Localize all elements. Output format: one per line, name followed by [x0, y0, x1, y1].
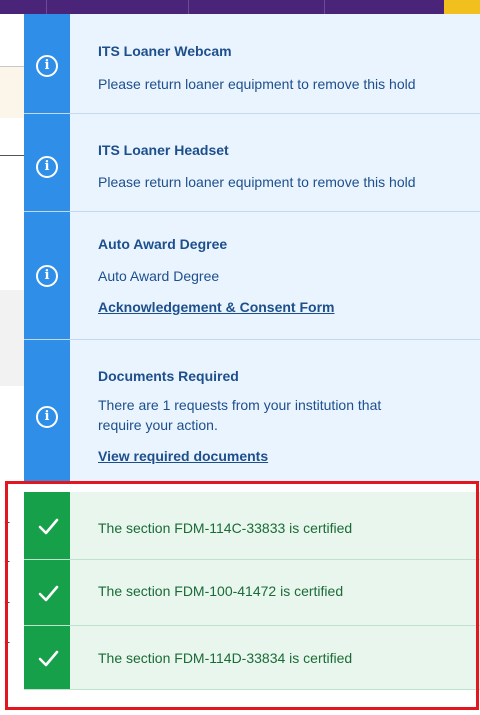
- notification-text: Auto Award Degree: [98, 268, 220, 284]
- auto-award-degree-notification[interactable]: i Auto Award Degree Auto Award Degree Ac…: [24, 212, 480, 340]
- info-bar: i: [24, 114, 70, 211]
- hold-notification-headset[interactable]: i ITS Loaner Headset Please return loane…: [24, 114, 480, 212]
- info-icon: i: [36, 406, 58, 428]
- notification-title: Documents Required: [98, 368, 239, 384]
- info-icon: i: [36, 156, 58, 178]
- nav-divider: [188, 0, 189, 14]
- notification-text: require your action.: [98, 417, 218, 433]
- screen: 1 1 1 1 i ITS Loaner Webcam Please retur…: [0, 0, 480, 715]
- notification-text: Please return loaner equipment to remove…: [98, 76, 416, 92]
- consent-form-link[interactable]: Acknowledgement & Consent Form: [98, 299, 334, 315]
- nav-accent: [444, 0, 480, 14]
- highlight-box: [5, 481, 479, 710]
- notification-text: There are 1 requests from your instituti…: [98, 397, 382, 413]
- nav-divider: [46, 0, 47, 14]
- view-required-documents-link[interactable]: View required documents: [98, 448, 268, 464]
- notification-title: ITS Loaner Webcam: [98, 43, 232, 59]
- background-divider: [0, 66, 24, 67]
- top-navigation-bar: [0, 0, 480, 14]
- hold-notification-webcam[interactable]: i ITS Loaner Webcam Please return loaner…: [24, 14, 480, 114]
- notification-text: Please return loaner equipment to remove…: [98, 174, 416, 190]
- notification-title: ITS Loaner Headset: [98, 142, 229, 158]
- documents-required-notification[interactable]: i Documents Required There are 1 request…: [24, 340, 480, 482]
- nav-divider: [324, 0, 325, 14]
- background-panel: [0, 66, 24, 118]
- info-bar: i: [24, 212, 70, 339]
- background-panel: [0, 290, 24, 386]
- info-bar: i: [24, 340, 70, 481]
- background-divider: [0, 155, 24, 156]
- info-bar: i: [24, 14, 70, 113]
- info-icon: i: [36, 265, 58, 287]
- info-icon: i: [36, 55, 58, 77]
- notification-title: Auto Award Degree: [98, 236, 228, 252]
